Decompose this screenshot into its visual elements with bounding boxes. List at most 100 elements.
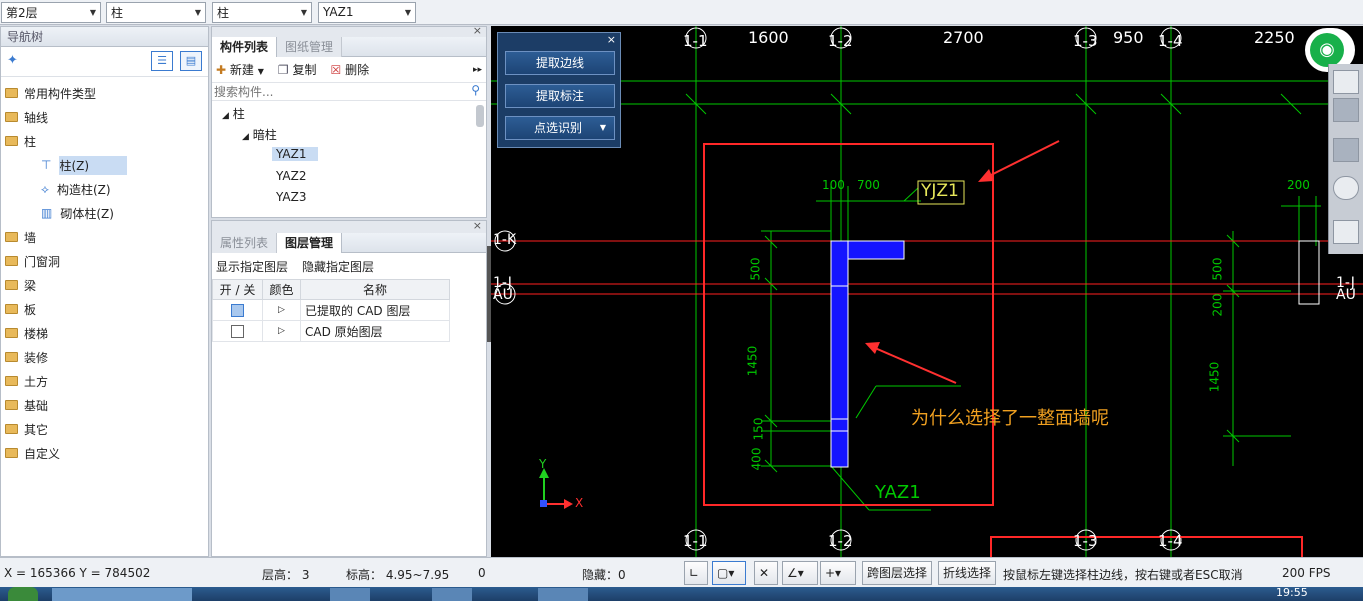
taskbar-app[interactable] (52, 588, 192, 601)
layer-name: 已提取的 CAD 图层 (300, 299, 450, 321)
nav-label: 其它 (24, 422, 49, 437)
nav-item-decoration[interactable]: 装修 (1, 345, 209, 369)
snap-icon[interactable]: ▢▾ (712, 561, 746, 585)
rotate-icon[interactable] (1333, 176, 1359, 200)
nav-item-common[interactable]: 常用构件类型 (1, 81, 209, 105)
nav-label: 门窗洞 (24, 254, 61, 269)
table-row[interactable]: ▷ CAD 原始图层 (212, 320, 450, 342)
new-label: 新建 (229, 63, 254, 77)
color-expand-icon[interactable]: ▷ (262, 299, 301, 321)
nav-item-axis[interactable]: 轴线 (1, 105, 209, 129)
axis-label-bottom: 1-4 (1158, 532, 1183, 550)
axis-label-left: AU (493, 287, 513, 303)
axis-label-top: 1-4 (1158, 32, 1183, 50)
nav-label: 柱 (24, 134, 37, 149)
nav-item-other[interactable]: 其它 (1, 417, 209, 441)
nav-item-column-z[interactable]: ⊤ 柱(Z) (1, 153, 209, 177)
tab-drawing-manage[interactable]: 图纸管理 (277, 36, 343, 57)
cross-icon[interactable]: ✕ (754, 561, 778, 585)
cube-view-icon[interactable] (1333, 98, 1359, 122)
copy-button[interactable]: ❐ 复制 (278, 61, 317, 78)
cad-drawing (491, 26, 1363, 557)
layer-table: 开 / 关 颜色 名称 ▷ 已提取的 CAD 图层 ▷ CAD 原始图层 (212, 279, 450, 342)
view-toolbar (1328, 64, 1363, 254)
delete-button[interactable]: ☒ 删除 (331, 61, 370, 78)
copy-label: 复制 (292, 63, 317, 77)
extract-edge-button[interactable]: 提取边线 (505, 51, 615, 75)
add-icon[interactable]: ✦ (7, 53, 18, 68)
color-expand-icon[interactable]: ▷ (262, 320, 301, 342)
taskbar: 19:55 (0, 586, 1363, 601)
new-button[interactable]: ✚ 新建 ▼ (216, 61, 264, 78)
nav-item-stairs[interactable]: 楼梯 (1, 321, 209, 345)
tree-node-column[interactable]: ◢ 柱 (222, 105, 245, 122)
chevron-down-icon: ▼ (194, 7, 201, 17)
floor-select[interactable]: 第2层 ▼ (1, 1, 101, 23)
nav-label: 构造柱(Z) (56, 182, 111, 197)
list-view-icon[interactable]: ☰ (151, 51, 173, 71)
taskbar-app[interactable] (538, 588, 588, 601)
nav-label: 自定义 (24, 446, 61, 461)
ortho-icon[interactable]: ∟ (684, 561, 708, 585)
close-icon[interactable]: × (607, 33, 616, 46)
taskbar-app[interactable] (432, 588, 472, 601)
layer-checkbox-checked[interactable] (231, 304, 244, 317)
tab-properties[interactable]: 属性列表 (212, 232, 278, 253)
layer-toggle-icon[interactable] (1333, 220, 1359, 244)
extract-label-button[interactable]: 提取标注 (505, 84, 615, 108)
nav-item-wall[interactable]: 墙 (1, 225, 209, 249)
axis-label-bottom: 1-2 (828, 532, 853, 550)
nav-item-slab[interactable]: 板 (1, 297, 209, 321)
component-item[interactable]: YAZ1 (272, 147, 318, 161)
expand-icon: ◢ (222, 111, 229, 121)
nav-item-masonry-column[interactable]: ▥ 砌体柱(Z) (1, 201, 209, 225)
expand-icon: ◢ (242, 132, 249, 142)
view-3d-icon[interactable] (1333, 70, 1359, 94)
search-icon[interactable]: ⚲ (471, 83, 480, 97)
offset-icon[interactable]: +▾ (820, 561, 856, 585)
type-select[interactable]: 柱 ▼ (212, 1, 312, 23)
chevron-down-icon: ▼ (404, 7, 411, 17)
tree-label: 柱 (232, 107, 245, 121)
type-value: 柱 (217, 5, 230, 20)
element-select[interactable]: YAZ1 ▼ (318, 1, 416, 23)
nav-item-column[interactable]: 柱 (1, 129, 209, 153)
copy-icon: ❐ (277, 63, 289, 77)
close-icon[interactable]: × (473, 219, 482, 232)
nav-item-earthwork[interactable]: 土方 (1, 369, 209, 393)
hide-layer-button[interactable]: 隐藏指定图层 (302, 258, 374, 275)
layer-toolbar: 显示指定图层 隐藏指定图层 (212, 253, 486, 279)
detail-view-icon[interactable]: ▤ (180, 51, 202, 71)
nav-item-openings[interactable]: 门窗洞 (1, 249, 209, 273)
folder-icon (5, 352, 18, 362)
tab-layer-manage[interactable]: 图层管理 (277, 232, 343, 253)
layer-checkbox[interactable] (231, 325, 244, 338)
search-input[interactable] (212, 83, 462, 100)
taskbar-app[interactable] (330, 588, 370, 601)
scrollbar[interactable] (476, 105, 484, 127)
dim-top: 950 (1113, 28, 1144, 47)
table-row[interactable]: ▷ 已提取的 CAD 图层 (212, 299, 450, 321)
point-identify-button[interactable]: 点选识别 ▼ (505, 116, 615, 140)
layer-panel: × 属性列表 图层管理 显示指定图层 隐藏指定图层 开 / 关 颜色 名称 ▷ … (211, 219, 487, 557)
category-select[interactable]: 柱 ▼ (106, 1, 206, 23)
show-layer-button[interactable]: 显示指定图层 (216, 258, 288, 275)
close-icon[interactable]: × (473, 24, 482, 37)
tab-component-list[interactable]: 构件列表 (212, 36, 278, 57)
component-item[interactable]: YAZ3 (276, 190, 306, 202)
polyline-select-button[interactable]: 折线选择 (938, 561, 997, 585)
more-icon[interactable]: ▸▸ (473, 65, 482, 75)
nav-item-beam[interactable]: 梁 (1, 273, 209, 297)
start-icon[interactable] (8, 587, 38, 601)
nav-item-foundation[interactable]: 基础 (1, 393, 209, 417)
tree-node-dark-column[interactable]: ◢ 暗柱 (242, 126, 277, 143)
cube-side-icon[interactable] (1333, 138, 1359, 162)
component-item[interactable]: YAZ2 (276, 169, 306, 183)
angle-icon[interactable]: ∠▾ (782, 561, 818, 585)
nav-label: 楼梯 (24, 326, 49, 341)
cross-layer-select-button[interactable]: 跨图层选择 (862, 561, 933, 585)
nav-item-construct-column[interactable]: ⟡ 构造柱(Z) (1, 177, 209, 201)
label-yaz1: YAZ1 (875, 482, 921, 503)
cad-canvas[interactable]: 1-1 1-2 1-3 1-4 1-1 1-2 1-3 1-4 1600 270… (491, 26, 1363, 557)
nav-item-custom[interactable]: 自定义 (1, 441, 209, 465)
